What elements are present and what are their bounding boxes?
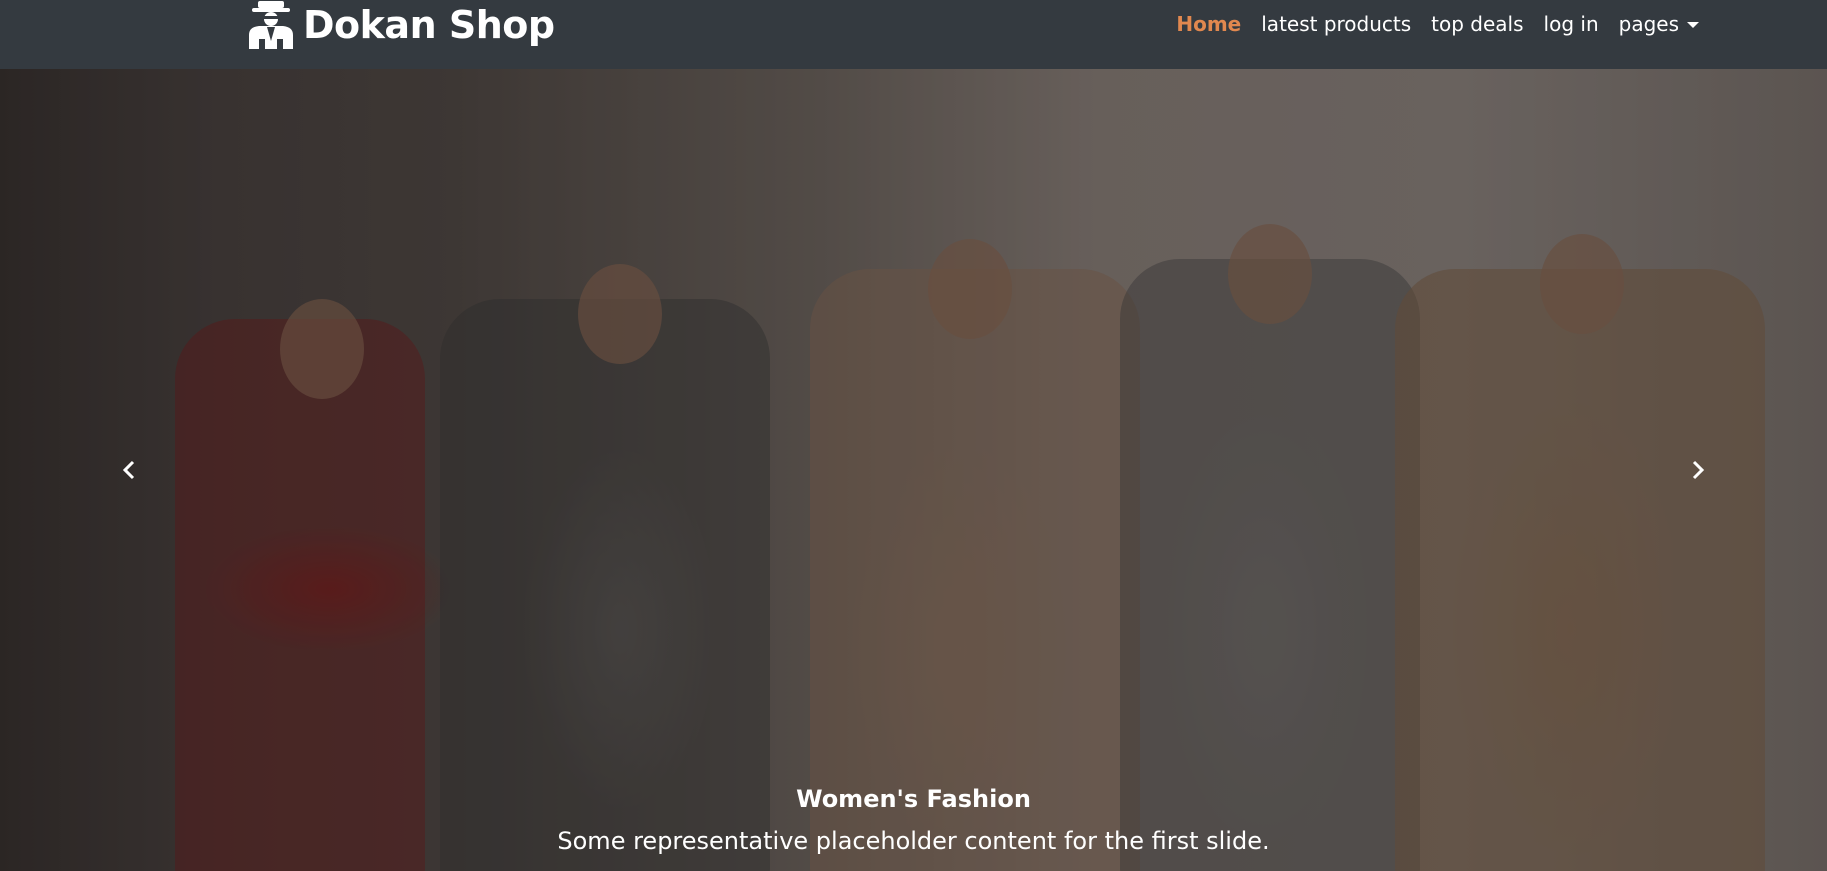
chevron-right-icon	[1692, 460, 1705, 480]
carousel-next-button[interactable]	[1567, 69, 1827, 871]
slide-dim-overlay	[0, 69, 1827, 871]
brand-link[interactable]: Dokan Shop	[245, 0, 555, 49]
nav-menu: Home latest products top deals log in pa…	[1156, 0, 1699, 47]
carousel-prev-button[interactable]	[0, 69, 260, 871]
nav-item-log-in[interactable]: log in	[1544, 12, 1599, 36]
chevron-left-icon	[122, 460, 135, 480]
hero-carousel: Women's Fashion Some representative plac…	[0, 69, 1827, 871]
slide-caption-text: Some representative placeholder content …	[557, 827, 1270, 855]
slide-caption-title: Women's Fashion	[796, 785, 1031, 813]
navbar: Dokan Shop Home latest products top deal…	[0, 0, 1827, 69]
nav-item-pages-label: pages	[1618, 11, 1679, 36]
shop-keeper-icon	[249, 0, 293, 49]
nav-item-latest-products[interactable]: latest products	[1261, 12, 1411, 36]
nav-item-top-deals[interactable]: top deals	[1431, 12, 1523, 36]
nav-item-pages-dropdown[interactable]: pages	[1619, 12, 1699, 36]
caret-down-icon	[1687, 22, 1699, 28]
brand-name: Dokan Shop	[303, 2, 555, 47]
nav-item-home[interactable]: Home	[1176, 12, 1241, 36]
